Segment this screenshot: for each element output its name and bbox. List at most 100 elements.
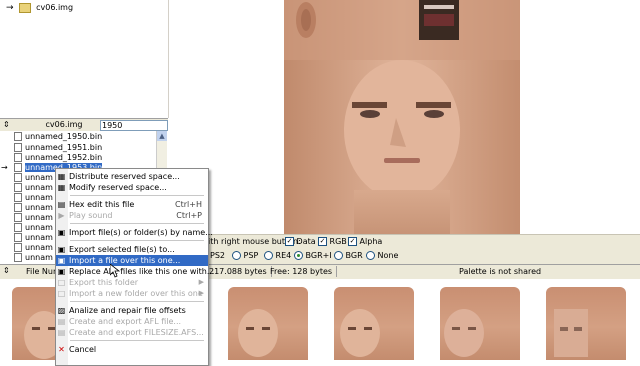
folder-tree[interactable]: → cv06.img	[0, 0, 169, 118]
menu-item-export-afs[interactable]: ▤ Create and export FILESIZE.AFS...	[56, 327, 208, 338]
list-item[interactable]: unnam	[14, 213, 53, 223]
list-item[interactable]: unnamed_1950.bin	[14, 132, 102, 142]
radio-ps2[interactable]: PS2	[210, 251, 225, 260]
palette-status: Palette is not shared	[459, 267, 542, 276]
file-icon	[14, 163, 22, 172]
list-item[interactable]: unnam	[14, 223, 53, 233]
list-item[interactable]: unnam	[14, 243, 53, 253]
menu-item-repair-offsets[interactable]: ▨ Analize and repair file offsets	[56, 305, 208, 316]
options-bar: ith right mouse button: ✓ Data ✓ RGB ✓ A…	[168, 234, 640, 265]
file-icon	[14, 213, 22, 222]
mouse-cursor-icon	[110, 264, 120, 278]
menu-item-modify[interactable]: ▦ Modify reserved space...	[56, 182, 208, 193]
list-item[interactable]: unnam	[14, 203, 53, 213]
menu-item-export-afl[interactable]: ▤ Create and export AFL file...	[56, 316, 208, 327]
radio-none[interactable]: None	[366, 251, 398, 260]
menu-item-export-folder[interactable]: □ Export this folder ▶	[56, 277, 208, 288]
check-icon: ✓	[348, 237, 357, 246]
repair-icon: ▨	[57, 306, 66, 315]
file-icon	[14, 143, 22, 152]
file-icon	[14, 173, 22, 182]
radio-icon	[366, 251, 375, 260]
list-item[interactable]: unnam	[14, 193, 53, 203]
sort-icon[interactable]: ⇕	[3, 120, 10, 129]
export-icon: ▣	[57, 245, 66, 254]
menu-separator	[70, 195, 204, 196]
file-icon	[14, 153, 22, 162]
preview-background	[520, 0, 640, 234]
arrow-icon: →	[6, 3, 14, 13]
file-icon	[14, 132, 22, 141]
menu-item-import-folder[interactable]: □ Import a new folder over this one ▶	[56, 288, 208, 299]
list-item[interactable]: unnamed_1952.bin	[14, 153, 102, 163]
thumbnail[interactable]	[334, 287, 414, 360]
scroll-up-icon[interactable]: ▲	[157, 131, 167, 141]
tree-item-label: cv06.img	[36, 3, 74, 12]
menu-item-import-by-name[interactable]: ▣ Import file(s) or folder(s) by name...	[56, 227, 213, 238]
menu-separator	[70, 301, 204, 302]
afl-icon: ▤	[57, 317, 66, 326]
radio-bgr[interactable]: BGR	[334, 251, 363, 260]
rgb-checkbox[interactable]: ✓ RGB	[318, 237, 347, 246]
check-icon: ✓	[318, 237, 327, 246]
menu-item-export-selected[interactable]: ▣ Export selected file(s) to...	[56, 244, 208, 255]
folder-icon	[18, 2, 31, 13]
radio-icon	[264, 251, 273, 260]
menu-item-play-sound[interactable]: ▶ Play sound Ctrl+P	[56, 210, 208, 221]
thumbnail[interactable]	[546, 287, 626, 360]
face-thumbnail-image	[238, 309, 278, 357]
file-icon	[14, 183, 22, 192]
cancel-icon: ✕	[58, 345, 65, 354]
folder-icon: □	[57, 289, 66, 298]
list-item[interactable]: unnam	[14, 173, 53, 183]
check-icon: ✓	[285, 237, 294, 246]
sort-icon[interactable]: ⇕	[3, 266, 10, 275]
replace-icon: ▣	[57, 267, 66, 276]
search-input[interactable]	[100, 120, 168, 131]
file-icon	[14, 253, 22, 262]
menu-item-hex-edit[interactable]: ▤ Hex edit this file Ctrl+H	[56, 199, 208, 210]
menu-separator	[70, 340, 204, 341]
radio-bgri[interactable]: BGR+I	[294, 251, 332, 260]
radio-icon	[232, 251, 241, 260]
menu-separator	[70, 223, 204, 224]
menu-separator	[70, 240, 204, 241]
hex-icon: ▤	[57, 200, 66, 209]
data-checkbox[interactable]: ✓ Data	[285, 237, 316, 246]
radio-selected-icon	[294, 251, 303, 260]
submenu-arrow-icon: ▶	[198, 278, 204, 286]
submenu-arrow-icon: ▶	[198, 289, 204, 297]
face-thumbnail-image	[340, 309, 380, 357]
thumbnail[interactable]	[440, 287, 520, 360]
alpha-checkbox[interactable]: ✓ Alpha	[348, 237, 382, 246]
face-thumbnail-image	[444, 309, 484, 357]
file-icon	[14, 243, 22, 252]
radio-re4[interactable]: RE4	[264, 251, 291, 260]
list-item[interactable]: unnam	[14, 233, 53, 243]
speaker-icon: ▶	[58, 211, 65, 220]
face-texture-image	[284, 0, 520, 234]
menu-item-distribute[interactable]: ▦ Distribute reserved space...	[56, 171, 208, 182]
file-size: 217.088 bytes	[205, 266, 272, 277]
radio-icon	[334, 251, 343, 260]
menu-item-cancel[interactable]: ✕ Cancel	[56, 344, 208, 355]
list-item[interactable]: unnam	[14, 183, 53, 193]
radio-psp[interactable]: PSP	[232, 251, 258, 260]
file-icon	[14, 223, 22, 232]
context-menu[interactable]: ▦ Distribute reserved space... ▦ Modify re…	[55, 168, 215, 366]
face-thumbnail-image	[554, 309, 588, 357]
tree-item-cv06[interactable]: → cv06.img	[6, 2, 73, 13]
import-icon: ▣	[57, 228, 66, 237]
grid-icon: ▦	[57, 172, 66, 181]
file-icon	[14, 233, 22, 242]
arrow-icon: →	[1, 163, 8, 172]
list-item[interactable]: unnam	[14, 253, 53, 263]
thumbnail[interactable]	[228, 287, 308, 360]
list-item[interactable]: unnamed_1951.bin	[14, 143, 102, 153]
afs-icon: ▤	[57, 328, 66, 337]
free-space: Free: 128 bytes	[266, 266, 338, 277]
import-over-icon: ▣	[57, 256, 66, 265]
menu-item-import-over[interactable]: ▣ Import a file over this one...	[56, 255, 208, 266]
menu-item-replace-all[interactable]: ▣ Replace ALL files like this one with...	[56, 266, 215, 277]
texture-preview	[284, 0, 520, 234]
